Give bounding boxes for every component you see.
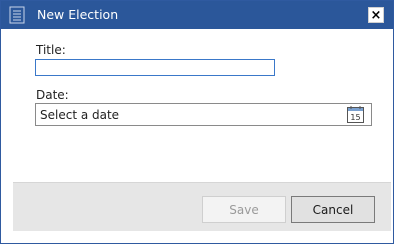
close-button[interactable]: × xyxy=(368,7,384,23)
title-field-label: Title: xyxy=(36,43,66,57)
close-icon: × xyxy=(370,7,382,23)
title-bar[interactable]: New Election × xyxy=(1,1,393,29)
date-picker-text[interactable]: Select a date xyxy=(40,108,119,122)
cancel-button[interactable]: Cancel xyxy=(291,196,375,223)
save-button[interactable]: Save xyxy=(202,196,286,223)
calendar-icon[interactable]: 15 xyxy=(346,105,365,124)
document-icon xyxy=(9,6,25,24)
dialog-window: New Election × Title: Date: Select a dat… xyxy=(0,0,394,244)
title-input[interactable] xyxy=(35,59,275,76)
calendar-icon-day: 15 xyxy=(350,113,360,122)
dialog-title: New Election xyxy=(37,7,119,22)
date-field-label: Date: xyxy=(36,88,69,102)
date-picker[interactable]: Select a date 15 xyxy=(35,103,372,126)
